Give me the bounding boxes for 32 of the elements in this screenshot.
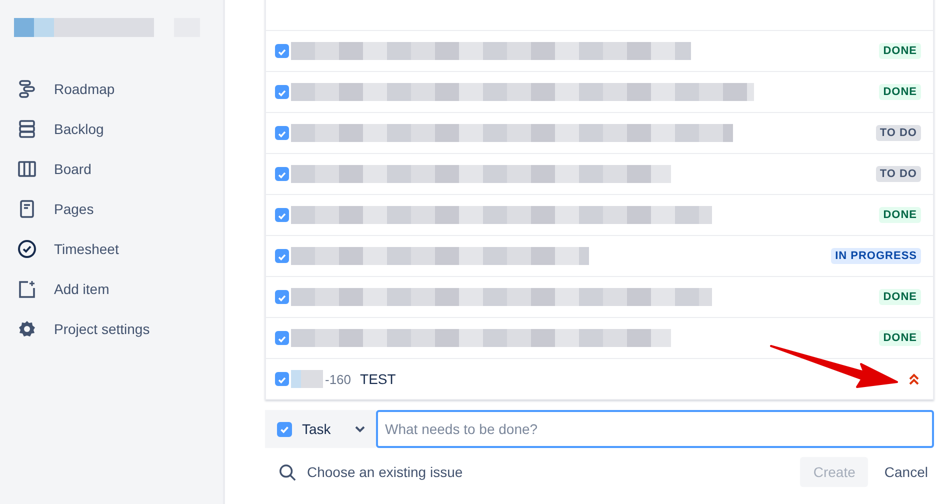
sidebar-item[interactable]: Backlog bbox=[54, 121, 104, 137]
redacted-text bbox=[291, 370, 323, 388]
issue-key[interactable]: -160 bbox=[325, 372, 352, 386]
status-lozenge: DONE bbox=[879, 84, 921, 100]
stack-icon[interactable] bbox=[17, 119, 37, 139]
choose-existing-issue-link[interactable]: Choose an existing issue bbox=[307, 464, 463, 480]
status-lozenge: DONE bbox=[879, 289, 921, 305]
status-lozenge: DONE bbox=[879, 330, 921, 346]
status-lozenge: IN PROGRESS bbox=[831, 248, 921, 264]
check-circle-icon[interactable] bbox=[17, 239, 37, 259]
search-icon bbox=[278, 462, 297, 482]
status-lozenge: DONE bbox=[879, 43, 921, 59]
status-lozenge: TO DO bbox=[876, 166, 921, 182]
sidebar-item[interactable]: Project settings bbox=[54, 321, 150, 337]
status-lozenge: DONE bbox=[879, 207, 921, 223]
sidebar-item[interactable]: Board bbox=[54, 161, 92, 177]
sidebar-item[interactable]: Roadmap bbox=[54, 81, 115, 97]
roadmap-icon[interactable] bbox=[17, 79, 37, 99]
sidebar-item[interactable]: Add item bbox=[54, 281, 110, 297]
document-icon[interactable] bbox=[17, 199, 37, 219]
issue-type-select[interactable]: Task bbox=[265, 410, 376, 448]
summary-input-field[interactable]: What needs to be done? bbox=[376, 410, 934, 448]
status-lozenge: TO DO bbox=[876, 125, 921, 141]
settings-icon[interactable] bbox=[17, 319, 37, 339]
columns-icon[interactable] bbox=[17, 159, 37, 179]
add-page-icon[interactable] bbox=[17, 279, 37, 299]
sidebar-item[interactable]: Timesheet bbox=[54, 241, 119, 257]
sidebar-item[interactable]: Pages bbox=[54, 201, 94, 217]
cancel-button[interactable]: Cancel bbox=[878, 457, 934, 487]
task-type-icon bbox=[277, 422, 292, 436]
issue-summary: TEST bbox=[360, 371, 396, 387]
double-chevron-up-icon bbox=[907, 372, 921, 386]
